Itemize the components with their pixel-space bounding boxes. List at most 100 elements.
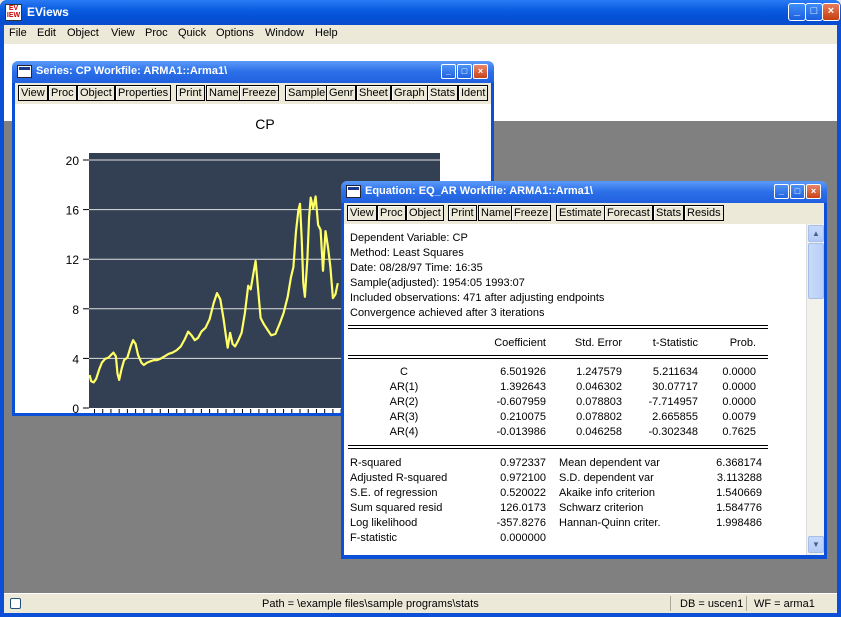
forecast-button[interactable]: Forecast [604, 205, 653, 221]
maximize-icon[interactable]: □ [457, 64, 472, 79]
minimize-icon[interactable]: _ [774, 184, 789, 199]
cell-variable: AR(2) [389, 396, 419, 408]
maximize-icon[interactable]: □ [805, 3, 823, 21]
properties-button[interactable]: Properties [115, 85, 172, 101]
stat-label: Log likelihood [350, 517, 418, 529]
y-tick-label: 12 [66, 253, 80, 267]
cell-t-statistic: 30.07717 [652, 381, 698, 393]
menu-object[interactable]: Object [67, 27, 99, 39]
scroll-down-icon[interactable]: ▼ [808, 536, 824, 553]
app-titlebar[interactable]: EV IEW EViews _ □ × [0, 0, 841, 25]
col-header-prob: Prob. [729, 337, 756, 349]
stat-value: 1.540669 [716, 487, 762, 499]
freeze-button[interactable]: Freeze [239, 85, 280, 101]
col-header-coefficient: Coefficient [494, 337, 546, 349]
stat-label: F-statistic [350, 532, 398, 544]
cell-std-error: 1.247579 [576, 366, 622, 378]
name-button[interactable]: Name [206, 85, 242, 101]
proc-button[interactable]: Proc [377, 205, 406, 221]
equation-titlebar[interactable]: Equation: EQ_AR Workfile: ARMA1::Arma1\ … [341, 181, 827, 203]
vertical-scrollbar[interactable]: ▲ ▼ [806, 224, 824, 555]
stat-label: Adjusted R-squared [350, 472, 448, 484]
scroll-thumb[interactable] [808, 243, 824, 299]
menu-quick[interactable]: Quick [178, 27, 206, 39]
genr-button[interactable]: Genr [326, 85, 357, 101]
cell-prob: 0.0000 [722, 366, 756, 378]
stat-value: 1.998486 [716, 517, 762, 529]
series-titlebar[interactable]: Series: CP Workfile: ARMA1::Arma1\ _ □ × [12, 61, 494, 83]
stat-label: Akaike info criterion [559, 487, 655, 499]
series-title: Series: CP Workfile: ARMA1::Arma1\ [36, 65, 228, 77]
minimize-icon[interactable]: _ [441, 64, 456, 79]
status-path: Path = \example files\sample programs\st… [262, 598, 479, 610]
menu-view[interactable]: View [111, 27, 135, 39]
freeze-button[interactable]: Freeze [511, 205, 552, 221]
observations-line: Included observations: 471 after adjusti… [350, 292, 605, 304]
stat-label: S.D. dependent var [559, 472, 654, 484]
menu-bar: File Edit Object View Proc Quick Options… [4, 25, 837, 44]
stat-value: 0.520022 [500, 487, 546, 499]
name-button[interactable]: Name [478, 205, 514, 221]
menu-help[interactable]: Help [315, 27, 338, 39]
stat-label: R-squared [350, 457, 402, 469]
graph-button[interactable]: Graph [391, 85, 428, 101]
cell-prob: 0.0000 [722, 396, 756, 408]
print-button[interactable]: Print [176, 85, 205, 101]
y-tick-label: 20 [66, 154, 80, 168]
close-icon[interactable]: × [473, 64, 488, 79]
dependent-variable-line: Dependent Variable: CP [350, 232, 468, 244]
equation-toolbar: View Proc Object Print Name Freeze Estim… [344, 203, 824, 224]
proc-button[interactable]: Proc [48, 85, 77, 101]
object-button[interactable]: Object [77, 85, 115, 101]
scroll-up-icon[interactable]: ▲ [808, 225, 824, 242]
resids-button[interactable]: Resids [684, 205, 724, 221]
cell-std-error: 0.046258 [576, 426, 622, 438]
view-button[interactable]: View [347, 205, 377, 221]
window-icon [17, 65, 32, 78]
cell-variable: AR(3) [389, 411, 419, 423]
cell-std-error: 0.078802 [576, 411, 622, 423]
object-button[interactable]: Object [406, 205, 444, 221]
close-icon[interactable]: × [822, 3, 840, 21]
cell-t-statistic: 2.665855 [652, 411, 698, 423]
date-line: Date: 08/28/97 Time: 16:35 [350, 262, 483, 274]
equation-window: Equation: EQ_AR Workfile: ARMA1::Arma1\ … [341, 181, 827, 559]
estimate-button[interactable]: Estimate [556, 205, 605, 221]
method-line: Method: Least Squares [350, 247, 464, 259]
status-divider [746, 596, 747, 611]
sheet-button[interactable]: Sheet [356, 85, 391, 101]
y-tick-label: 8 [72, 303, 79, 317]
stat-label: Sum squared resid [350, 502, 443, 514]
stat-value: 0.972100 [500, 472, 546, 484]
table-divider [348, 445, 768, 449]
cell-variable: AR(1) [389, 381, 419, 393]
close-icon[interactable]: × [806, 184, 821, 199]
cell-coefficient: 0.210075 [500, 411, 546, 423]
status-checkbox[interactable] [10, 598, 21, 609]
stat-label: S.E. of regression [350, 487, 438, 499]
ident-button[interactable]: Ident [458, 85, 489, 101]
print-button[interactable]: Print [448, 205, 477, 221]
menu-file[interactable]: File [9, 27, 27, 39]
cell-std-error: 0.046302 [576, 381, 622, 393]
status-wf: WF = arma1 [754, 598, 815, 610]
app-title: EViews [27, 5, 69, 19]
stat-value: 126.0173 [500, 502, 546, 514]
menu-edit[interactable]: Edit [37, 27, 56, 39]
minimize-icon[interactable]: _ [788, 3, 806, 21]
stats-button[interactable]: Stats [653, 205, 685, 221]
cell-coefficient: 1.392643 [500, 381, 546, 393]
stat-value: -357.8276 [496, 517, 546, 529]
menu-window[interactable]: Window [265, 27, 304, 39]
chart-title: CP [255, 116, 274, 132]
sample-button[interactable]: Sample [285, 85, 329, 101]
cell-coefficient: 6.501926 [500, 366, 546, 378]
stat-value: 1.584776 [716, 502, 762, 514]
stats-button[interactable]: Stats [427, 85, 459, 101]
series-toolbar: View Proc Object Properties Print Name F… [15, 83, 491, 104]
menu-options[interactable]: Options [216, 27, 254, 39]
status-db: DB = uscen1 [680, 598, 744, 610]
maximize-icon[interactable]: □ [790, 184, 805, 199]
menu-proc[interactable]: Proc [145, 27, 168, 39]
view-button[interactable]: View [18, 85, 48, 101]
